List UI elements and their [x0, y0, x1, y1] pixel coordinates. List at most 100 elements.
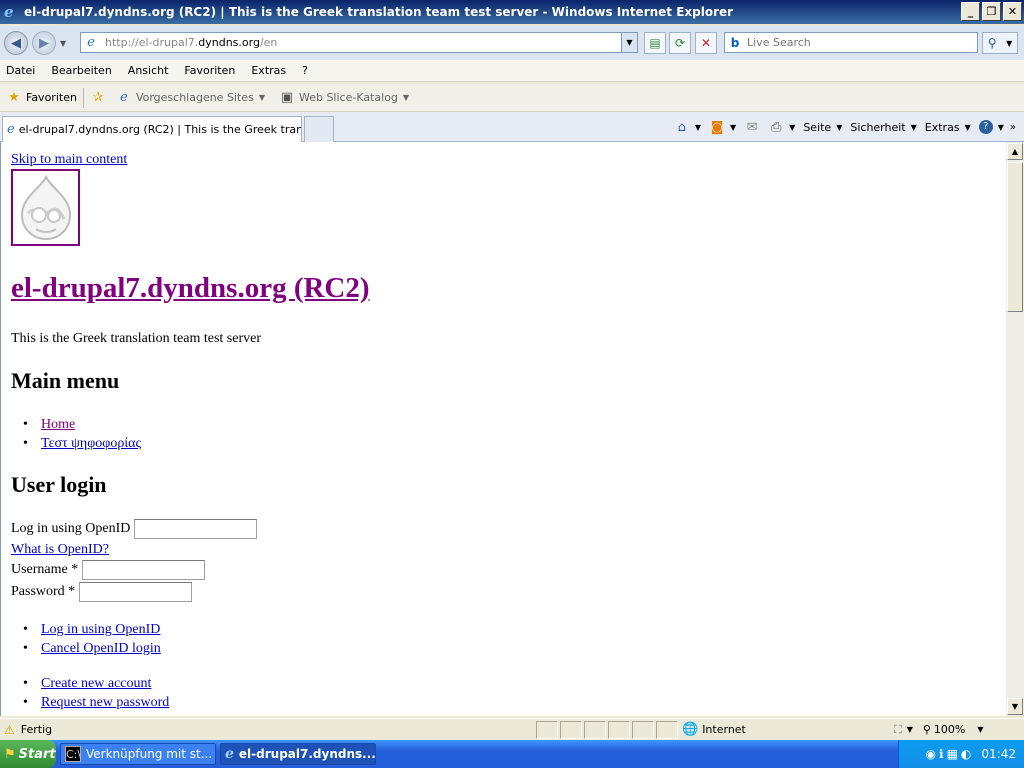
- menu-ansicht[interactable]: Ansicht: [120, 64, 177, 77]
- history-dropdown-icon[interactable]: ▼: [60, 39, 66, 48]
- menu-datei[interactable]: Datei: [0, 64, 43, 77]
- mail-button[interactable]: ✉: [744, 120, 760, 135]
- ie-taskbar-icon: e: [225, 746, 234, 762]
- chevron-more-icon[interactable]: »: [1010, 122, 1016, 133]
- menu-help[interactable]: ?: [294, 64, 316, 77]
- scroll-thumb[interactable]: [1007, 162, 1023, 312]
- start-button[interactable]: ⚑ Start: [0, 740, 56, 768]
- favbar-separator: [82, 87, 84, 108]
- address-dropdown-icon[interactable]: ▼: [621, 33, 637, 52]
- main-menu-list: Home Τεστ ψηφοφορίας: [1, 415, 141, 453]
- status-text-panel: ⚠ Fertig: [0, 723, 534, 737]
- username-input[interactable]: [82, 560, 206, 580]
- suggested-sites-icon: e: [120, 89, 128, 105]
- stop-icon: ✕: [700, 36, 712, 50]
- stop-button[interactable]: ✕: [695, 32, 717, 54]
- live-search-icon: b: [730, 35, 740, 50]
- zoom-control[interactable]: ⚲ 100% ▼: [923, 723, 984, 736]
- scroll-up-button[interactable]: ▲: [1007, 143, 1023, 160]
- tray-network-icon[interactable]: ▦: [947, 747, 958, 761]
- address-url[interactable]: http://el-drupal7.dyndns.org/en: [105, 36, 277, 49]
- security-zone[interactable]: 🌐 Internet: [682, 722, 890, 737]
- zone-label: Internet: [702, 723, 746, 736]
- search-box[interactable]: b: [724, 32, 978, 53]
- tools-menu-dropdown-icon: ▼: [964, 122, 971, 132]
- command-bar: ⌂ ▼ ◙ ▼ ✉ ⎙ ▼ Seite ▼ Sicherheit ▼ Extras ▼ ? ▼…: [666, 116, 1016, 138]
- tab-title: el-drupal7.dyndns.org (RC2) | This is th…: [18, 123, 302, 136]
- tab-active[interactable]: e el-drupal7.dyndns.org (RC2) | This is …: [2, 116, 302, 142]
- what-is-openid-link[interactable]: What is OpenID?: [11, 542, 109, 558]
- tray-volume-icon[interactable]: ◐: [961, 747, 971, 761]
- refresh-button[interactable]: ⟳: [669, 32, 691, 54]
- menu-favoriten[interactable]: Favoriten: [176, 64, 243, 77]
- warning-icon[interactable]: ⚠: [4, 723, 15, 737]
- web-slice-button[interactable]: ▣ Web Slice-Katalog ▼: [279, 90, 409, 106]
- home-button[interactable]: ⌂ ▼: [674, 120, 701, 135]
- window-title: el-drupal7.dyndns.org (RC2) | This is th…: [24, 5, 734, 19]
- minimize-button[interactable]: _: [961, 2, 980, 21]
- password-label: Password *: [11, 584, 76, 599]
- openid-links-list: Log in using OpenID Cancel OpenID login: [1, 620, 161, 658]
- scroll-down-button[interactable]: ▼: [1007, 698, 1023, 715]
- menu-link-test-poll[interactable]: Τεστ ψηφοφορίας: [41, 436, 141, 451]
- search-go-button[interactable]: ⚲ ▼: [982, 32, 1018, 54]
- skip-to-main-link[interactable]: Skip to main content: [11, 152, 127, 168]
- menu-bearbeiten[interactable]: Bearbeiten: [43, 64, 119, 77]
- search-options-dropdown-icon[interactable]: ▼: [1006, 39, 1012, 48]
- back-arrow-icon: ◀: [11, 35, 21, 51]
- protected-mode-button[interactable]: ⛶ ▼: [894, 723, 913, 737]
- tools-menu[interactable]: Extras ▼: [925, 121, 971, 134]
- mail-icon: ✉: [746, 119, 758, 135]
- create-account-link[interactable]: Create new account: [41, 676, 151, 691]
- help-button[interactable]: ? ▼: [978, 120, 1004, 134]
- safety-menu[interactable]: Sicherheit ▼: [850, 121, 916, 134]
- add-to-favorites-bar-button[interactable]: ✰: [90, 90, 110, 106]
- taskbar-item-shortcut[interactable]: C:\ Verknüpfung mit st...: [60, 743, 216, 765]
- openid-input[interactable]: [134, 519, 258, 539]
- search-input[interactable]: [747, 36, 967, 49]
- cancel-openid-link[interactable]: Cancel OpenID login: [41, 641, 161, 656]
- menu-link-home[interactable]: Home: [41, 417, 75, 432]
- password-input[interactable]: [79, 582, 193, 602]
- print-dropdown-icon[interactable]: ▼: [789, 123, 795, 132]
- feeds-dropdown-icon[interactable]: ▼: [730, 123, 736, 132]
- address-bar[interactable]: e http://el-drupal7.dyndns.org/en ▼: [80, 32, 638, 53]
- safety-menu-label: Sicherheit: [850, 120, 906, 134]
- zoom-dropdown-icon[interactable]: ▼: [977, 725, 983, 734]
- feeds-button[interactable]: ◙ ▼: [709, 120, 736, 135]
- favorites-bar: ★ Favoriten ✰ e Vorgeschlagene Sites ▼ ▣…: [0, 84, 1024, 112]
- favorites-button[interactable]: ★ Favoriten: [6, 90, 77, 106]
- site-logo[interactable]: [11, 169, 80, 246]
- tray-info-icon[interactable]: ℹ: [939, 747, 944, 761]
- new-tab-button[interactable]: [304, 116, 334, 142]
- suggested-sites-dropdown-icon[interactable]: ▼: [259, 93, 265, 102]
- login-openid-link[interactable]: Log in using OpenID: [41, 622, 160, 637]
- user-login-heading: User login: [11, 472, 107, 497]
- site-name-link[interactable]: el-drupal7.dyndns.org (RC2): [11, 272, 370, 305]
- print-button[interactable]: ⎙ ▼: [768, 120, 795, 135]
- request-password-link[interactable]: Request new password: [41, 695, 169, 710]
- protected-mode-dropdown-icon[interactable]: ▼: [907, 725, 913, 734]
- window-titlebar[interactable]: e el-drupal7.dyndns.org (RC2) | This is …: [0, 0, 1024, 24]
- taskbar-item-label: Verknüpfung mit st...: [86, 747, 213, 761]
- suggested-sites-button[interactable]: e Vorgeschlagene Sites ▼: [116, 90, 265, 106]
- taskbar-item-browser[interactable]: e el-drupal7.dyndns....: [220, 743, 376, 765]
- rss-icon: ◙: [710, 119, 724, 135]
- back-button[interactable]: ◀: [4, 31, 28, 55]
- page-menu[interactable]: Seite ▼: [803, 121, 842, 134]
- menu-extras[interactable]: Extras: [243, 64, 294, 77]
- close-button[interactable]: ✕: [1003, 2, 1022, 21]
- printer-icon: ⎙: [770, 119, 782, 135]
- home-icon: ⌂: [677, 119, 686, 135]
- help-icon: ?: [978, 120, 993, 134]
- forward-button[interactable]: ▶: [32, 31, 56, 55]
- favorites-star-icon: ★: [8, 89, 20, 105]
- help-dropdown-icon[interactable]: ▼: [998, 123, 1004, 132]
- clock[interactable]: 01:42: [981, 747, 1016, 761]
- home-dropdown-icon[interactable]: ▼: [695, 123, 701, 132]
- vertical-scrollbar[interactable]: ▲ ▼: [1006, 142, 1024, 716]
- web-slice-dropdown-icon[interactable]: ▼: [403, 93, 409, 102]
- compatibility-view-button[interactable]: ▤: [644, 32, 666, 54]
- maximize-button[interactable]: ❐: [982, 2, 1001, 21]
- tray-update-icon[interactable]: ◉: [926, 747, 936, 761]
